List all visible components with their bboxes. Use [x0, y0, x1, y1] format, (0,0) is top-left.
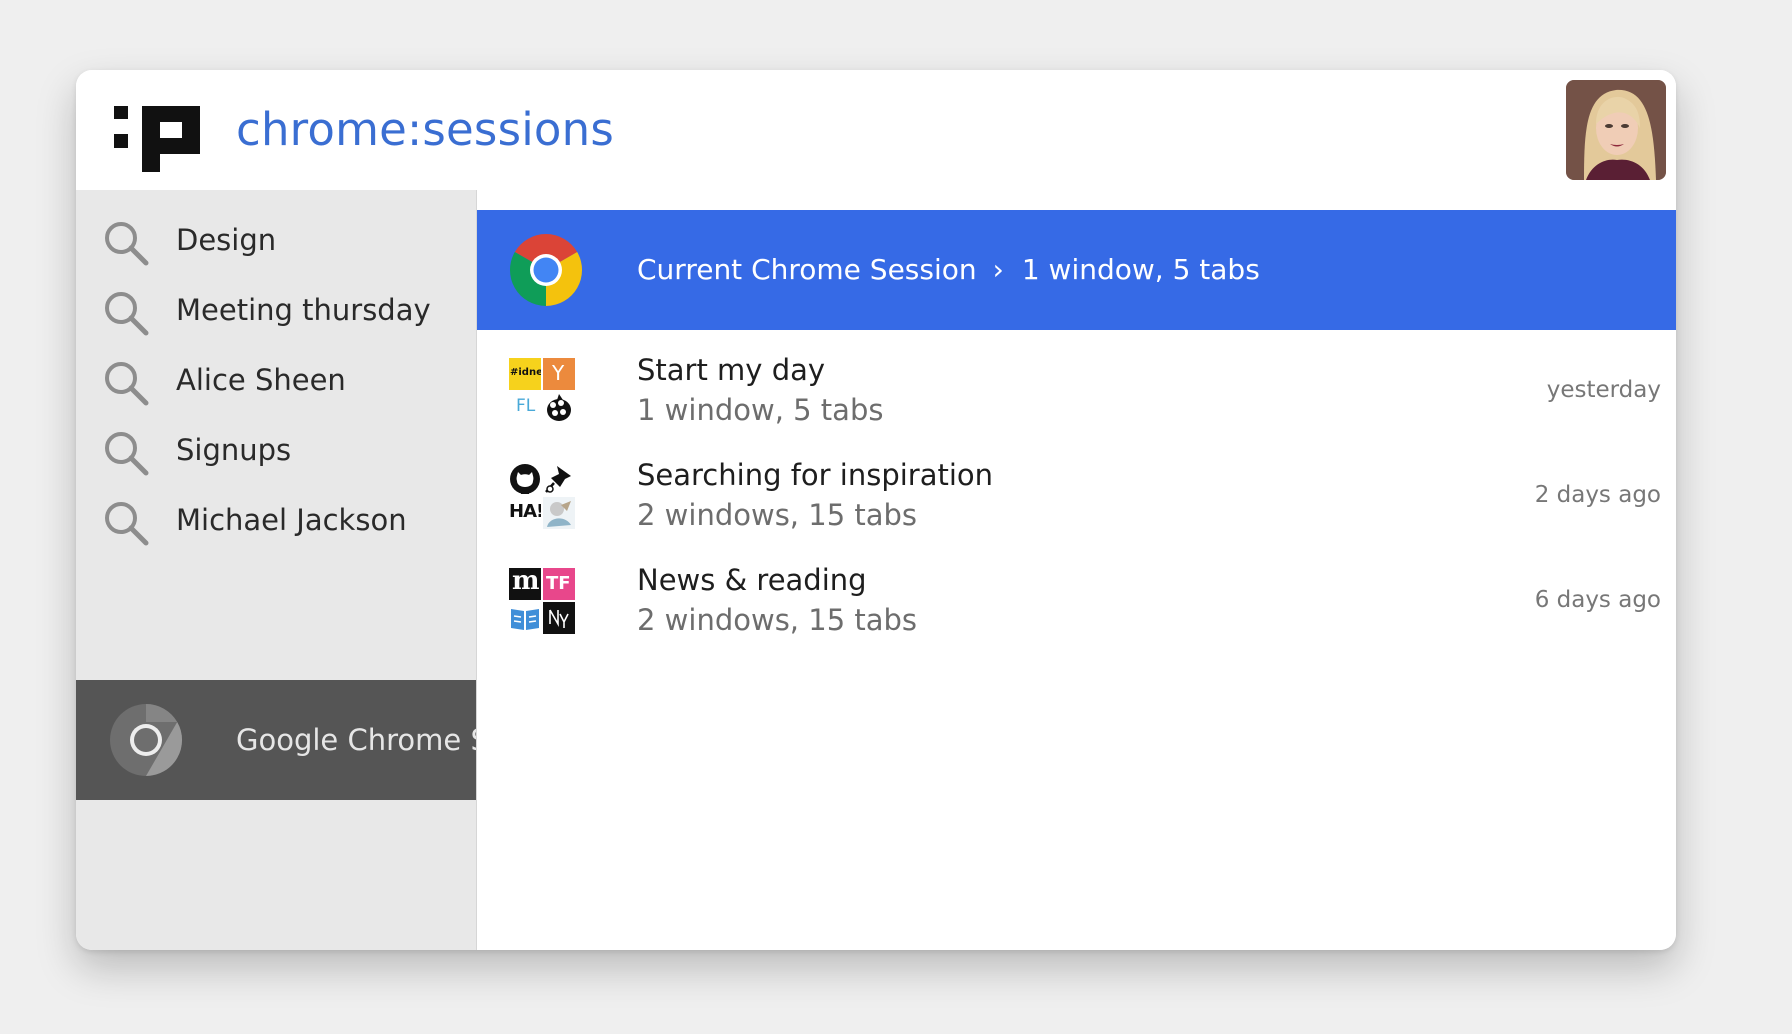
sidebar-item-label: Google Chrome Sessions — [236, 723, 476, 757]
current-session-title: Current Chrome Session — [637, 253, 977, 286]
sidebar-item-meeting-thursday[interactable]: Meeting thursday — [76, 270, 476, 350]
chrome-icon — [509, 234, 583, 306]
chevron-right-icon: › — [992, 253, 1004, 286]
search-icon — [105, 362, 149, 406]
illustration-favicon — [543, 497, 575, 529]
book-favicon — [509, 602, 541, 634]
sidebar-item-label: Meeting thursday — [176, 293, 431, 327]
sidebar-item-design[interactable]: Design — [76, 200, 476, 280]
feedly-favicon: FL — [516, 396, 536, 416]
session-row-news-and-reading[interactable]: m TF News & reading 2 windows, 15 tabs 6… — [477, 540, 1676, 660]
session-time: yesterday — [1546, 377, 1661, 403]
ha-favicon: HA! — [509, 501, 541, 522]
favicon-grid: m TF — [509, 568, 577, 636]
session-title: Start my day — [637, 353, 826, 387]
sidebar-item-signups[interactable]: Signups — [76, 410, 476, 490]
medium-favicon: m — [509, 568, 541, 600]
idnes-favicon: #idnes — [509, 358, 541, 390]
sessions-panel: Current Chrome Session › 1 window, 5 tabs … — [476, 190, 1676, 950]
session-detail: 1 window, 5 tabs — [637, 393, 884, 427]
app-window: chrome:sessions Design Meeting thursday … — [76, 70, 1676, 950]
current-session-text: Current Chrome Session › 1 window, 5 tabs — [637, 248, 1260, 292]
header-bar: chrome:sessions — [76, 70, 1676, 191]
chrome-icon — [110, 704, 183, 776]
user-avatar[interactable] — [1566, 80, 1666, 180]
session-time: 6 days ago — [1534, 587, 1661, 613]
current-session-detail: 1 window, 5 tabs — [1021, 253, 1260, 286]
favicon-grid: HA! — [509, 463, 577, 531]
session-row-start-my-day[interactable]: #idnes Y FL Start my day 1 windo — [477, 330, 1676, 450]
current-session-row[interactable]: Current Chrome Session › 1 window, 5 tabs — [477, 210, 1676, 330]
hop-favicon — [547, 394, 571, 421]
pin-favicon — [545, 466, 571, 493]
pinbox-logo-icon[interactable] — [114, 106, 200, 172]
session-detail: 2 windows, 15 tabs — [637, 603, 918, 637]
newyorker-favicon — [543, 602, 575, 634]
session-row-searching-for-inspiration[interactable]: HA! Searching for inspiration 2 windows,… — [477, 435, 1676, 555]
sidebar-item-label: Michael Jackson — [176, 503, 407, 537]
ycombinator-favicon: Y — [543, 358, 575, 390]
sidebar-item-label: Signups — [176, 433, 292, 467]
techfunder-favicon: TF — [543, 568, 575, 600]
sidebar-item-google-chrome-sessions[interactable]: Google Chrome Sessions — [76, 680, 476, 800]
sidebar: Design Meeting thursday Alice Sheen Sign… — [76, 190, 476, 950]
sidebar-item-alice-sheen[interactable]: Alice Sheen — [76, 340, 476, 420]
sidebar-item-label: Alice Sheen — [176, 363, 346, 397]
github-favicon — [510, 464, 540, 494]
favicon-grid: #idnes Y FL — [509, 358, 577, 426]
session-detail: 2 windows, 15 tabs — [637, 498, 918, 532]
sidebar-item-michael-jackson[interactable]: Michael Jackson — [76, 480, 476, 560]
page-title: chrome:sessions — [236, 103, 615, 156]
session-title: News & reading — [637, 563, 867, 597]
search-icon — [105, 502, 149, 546]
search-icon — [105, 432, 149, 476]
session-title: Searching for inspiration — [637, 458, 994, 492]
search-icon — [105, 222, 149, 266]
search-icon — [105, 292, 149, 336]
session-time: 2 days ago — [1534, 482, 1661, 508]
sidebar-item-label: Design — [176, 223, 277, 257]
